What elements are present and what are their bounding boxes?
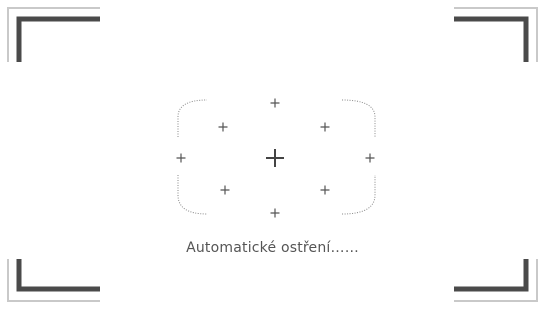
autofocus-status-text: Automatické ostření…… [186, 240, 359, 256]
af-point-upper-right-icon [320, 122, 330, 132]
af-point-lower-left-icon [220, 185, 230, 195]
af-point-bottom-icon [270, 208, 280, 218]
focus-frame-corner-bottom-right-icon [341, 175, 376, 215]
af-point-upper-left-icon [218, 122, 228, 132]
camera-viewfinder[interactable]: Automatické ostření…… [0, 0, 545, 309]
corner-bracket-bottom-right-icon [454, 259, 538, 302]
af-point-top-icon [270, 98, 280, 108]
corner-bracket-bottom-left-icon [7, 259, 100, 302]
af-point-right-icon [365, 153, 375, 163]
corner-bracket-top-right-icon [454, 7, 538, 62]
focus-frame-corner-top-left-icon [177, 99, 208, 137]
focus-frame-corner-bottom-left-icon [177, 175, 208, 215]
af-point-lower-right-icon [320, 185, 330, 195]
viewfinder-overlay [7, 7, 538, 302]
corner-bracket-top-left-icon [7, 7, 100, 62]
center-focus-point-icon [266, 149, 284, 167]
focus-frame-corner-top-right-icon [341, 99, 376, 137]
af-point-left-icon [176, 153, 186, 163]
